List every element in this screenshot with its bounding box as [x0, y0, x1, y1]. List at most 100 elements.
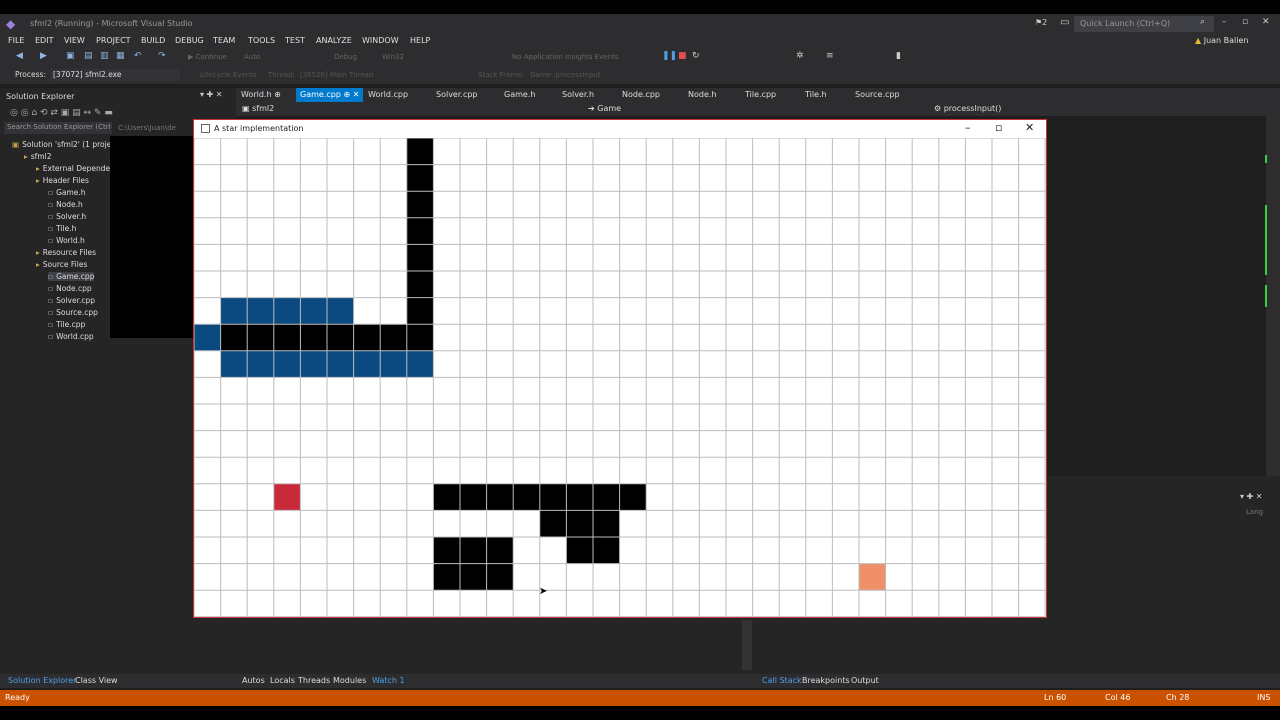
wall-cell[interactable]: [406, 217, 434, 245]
configuration-select[interactable]: Debug: [334, 53, 357, 61]
tab-node-cpp[interactable]: Node.cpp: [622, 90, 660, 99]
platform-select[interactable]: Win32: [382, 53, 404, 61]
continue-button[interactable]: ▶ Continue: [188, 53, 227, 61]
tab-pin-icon[interactable]: ⊕: [274, 90, 281, 99]
path-cell[interactable]: [220, 350, 248, 378]
tab-source-cpp[interactable]: Source.cpp: [855, 90, 900, 99]
tree-item[interactable]: ▫ Node.h: [48, 200, 83, 209]
close-icon[interactable]: ✕: [1262, 17, 1270, 27]
open-file-icon[interactable]: ▤: [84, 51, 93, 61]
tab-solver-h[interactable]: Solver.h: [562, 90, 594, 99]
tab-threads[interactable]: Threads: [298, 676, 330, 685]
feedback-icon[interactable]: ▭: [1060, 17, 1069, 28]
pin-icon[interactable]: ▾ ✚ ✕: [200, 90, 223, 99]
wall-cell[interactable]: [566, 537, 593, 564]
tree-item[interactable]: ▫ Game.h: [48, 188, 86, 197]
wall-cell[interactable]: [327, 324, 354, 351]
wall-cell[interactable]: [406, 244, 434, 271]
path-cell[interactable]: [247, 350, 274, 378]
tab-solution-explorer[interactable]: Solution Explorer: [8, 676, 76, 685]
forward-icon[interactable]: ▶: [40, 51, 47, 61]
menu-build[interactable]: BUILD: [141, 36, 165, 45]
wall-cell[interactable]: [406, 324, 434, 351]
menu-analyze[interactable]: ANALYZE: [316, 36, 352, 45]
path-cell[interactable]: [300, 350, 327, 378]
search-icon[interactable]: ⌕: [1200, 17, 1205, 27]
lifecycle-events[interactable]: Lifecycle Events: [200, 71, 257, 79]
path-cell[interactable]: [380, 350, 407, 378]
path-cell[interactable]: [247, 297, 274, 325]
wall-cell[interactable]: [433, 537, 460, 564]
wall-cell[interactable]: [406, 138, 434, 165]
wall-cell[interactable]: [513, 483, 540, 511]
menu-window[interactable]: WINDOW: [362, 36, 399, 45]
wall-cell[interactable]: [619, 483, 647, 511]
path-cell[interactable]: [406, 350, 434, 378]
stop-icon[interactable]: ■: [678, 51, 687, 61]
wall-cell[interactable]: [593, 483, 620, 511]
wall-cell[interactable]: [486, 563, 514, 591]
wall-cell[interactable]: [406, 191, 434, 218]
tab-close-icon[interactable]: ✕: [353, 90, 360, 99]
wall-cell[interactable]: [486, 537, 514, 564]
wall-cell[interactable]: [433, 563, 460, 591]
bookmark-icon[interactable]: ▮: [896, 51, 901, 61]
auto-select[interactable]: Auto: [244, 53, 260, 61]
stack-frame-select[interactable]: Game::processInput: [530, 71, 601, 79]
user-account[interactable]: ▲ Juan Balien: [1195, 36, 1248, 45]
panel-pin-icon[interactable]: ▾ ✚ ✕: [1240, 492, 1263, 501]
tab-autos[interactable]: Autos: [242, 676, 265, 685]
redo-icon[interactable]: ↷: [158, 51, 166, 61]
tab-node-h[interactable]: Node.h: [688, 90, 717, 99]
tree-item[interactable]: ▫ Solver.h: [48, 212, 86, 221]
home-icon[interactable]: ◎ ◎ ⌂ ⟲ ⇄ ▣ ▤ ↔ ✎ ▬: [10, 108, 113, 118]
wall-cell[interactable]: [406, 271, 434, 298]
tree-item[interactable]: ▫ Node.cpp: [48, 284, 92, 293]
wall-cell[interactable]: [353, 324, 381, 351]
wall-cell[interactable]: [566, 483, 593, 511]
tab-locals[interactable]: Locals: [270, 676, 295, 685]
editor-scrollbar[interactable]: [1266, 116, 1280, 476]
wall-cell[interactable]: [406, 164, 434, 192]
tree-item[interactable]: ▫ World.cpp: [48, 332, 94, 341]
sfml-maximize-icon[interactable]: ▫: [995, 121, 1002, 134]
wall-cell[interactable]: [460, 483, 487, 511]
tree-item[interactable]: ▣ Solution 'sfml2' (1 proje: [12, 140, 111, 149]
wall-cell[interactable]: [247, 324, 274, 351]
tab-call-stack[interactable]: Call Stack: [762, 676, 802, 685]
path-cell[interactable]: [327, 350, 354, 378]
wall-cell[interactable]: [539, 483, 567, 511]
path-cell[interactable]: [273, 297, 301, 325]
pathfinding-grid[interactable]: [194, 138, 1046, 617]
solution-search-input[interactable]: Search Solution Explorer (Ctrl+;): [4, 122, 112, 134]
new-project-icon[interactable]: ▣: [66, 51, 75, 61]
path-cell[interactable]: [353, 350, 381, 378]
tree-item[interactable]: ▫ Solver.cpp: [48, 296, 95, 305]
wall-cell[interactable]: [539, 510, 567, 537]
tree-item[interactable]: ▸ sfml2: [24, 152, 51, 161]
menu-edit[interactable]: EDIT: [35, 36, 53, 45]
path-cell[interactable]: [273, 350, 301, 378]
wall-cell[interactable]: [300, 324, 327, 351]
menu-test[interactable]: TEST: [285, 36, 305, 45]
wall-cell[interactable]: [566, 510, 593, 537]
undo-icon[interactable]: ↶: [134, 51, 142, 61]
scope-nav-select[interactable]: ➔ Game: [588, 104, 621, 113]
path-cell[interactable]: [300, 297, 327, 325]
wall-cell[interactable]: [593, 537, 620, 564]
menu-team[interactable]: TEAM: [213, 36, 235, 45]
menu-file[interactable]: FILE: [8, 36, 24, 45]
tree-item[interactable]: ▫ Source.cpp: [48, 308, 98, 317]
wall-cell[interactable]: [380, 324, 407, 351]
tab-breakpoints[interactable]: Breakpoints: [802, 676, 850, 685]
process-select[interactable]: [37072] sfml2.exe: [50, 69, 180, 81]
wall-cell[interactable]: [220, 324, 248, 351]
tab-world-cpp[interactable]: World.cpp: [368, 90, 408, 99]
notifications-icon[interactable]: ⚑2: [1035, 18, 1047, 27]
wall-cell[interactable]: [486, 483, 514, 511]
tree-item[interactable]: ▫ World.h: [48, 236, 85, 245]
tab-solver-cpp[interactable]: Solver.cpp: [436, 90, 478, 99]
minimize-icon[interactable]: –: [1222, 17, 1227, 27]
thread-select[interactable]: [36520] Main Thread: [300, 71, 373, 79]
start-cell[interactable]: [273, 483, 301, 511]
